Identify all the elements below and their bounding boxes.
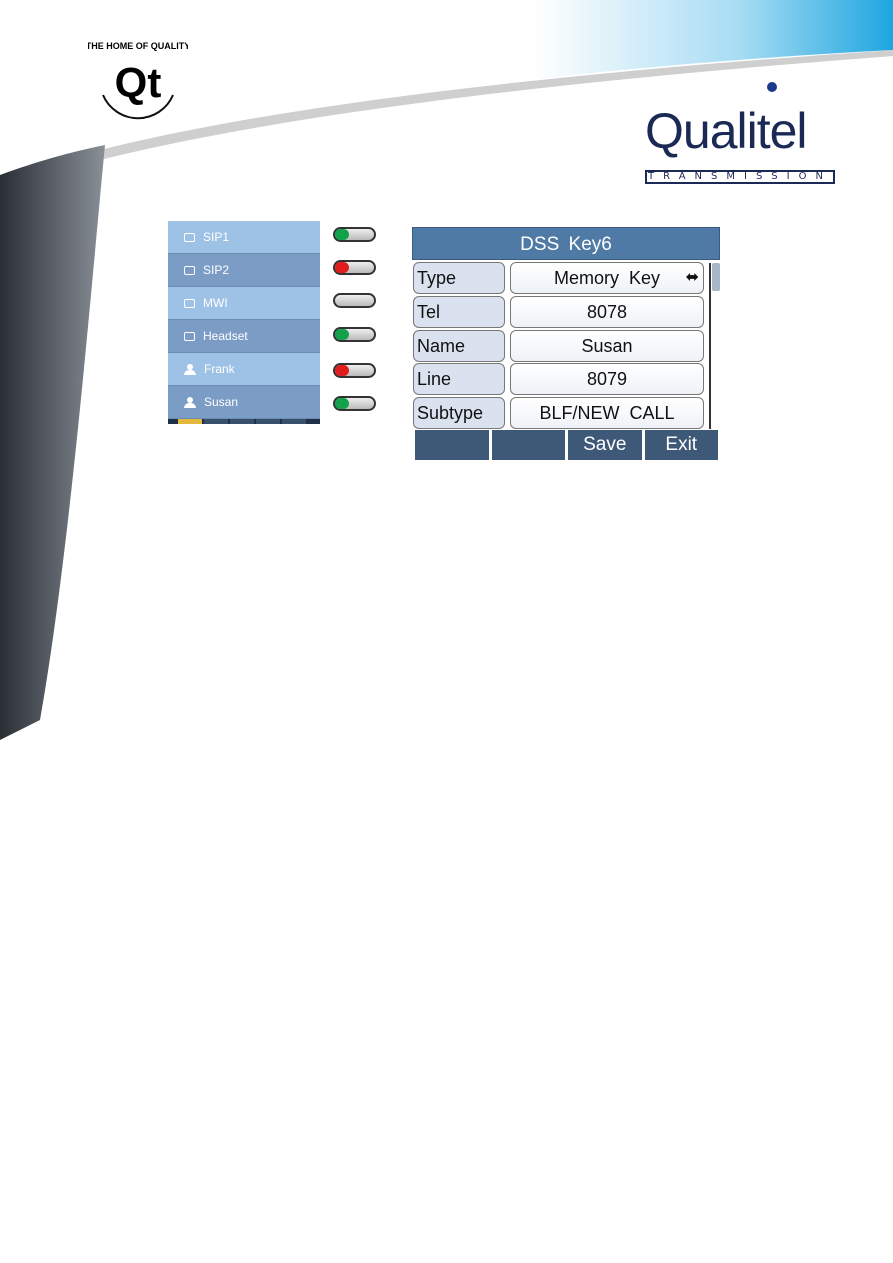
field-name[interactable]: Name Susan xyxy=(413,330,705,362)
dss-item-headset[interactable]: Headset xyxy=(168,320,320,353)
dss-item-label: Susan xyxy=(204,395,239,409)
field-value: Memory Key xyxy=(553,268,661,288)
phone-screen: DSS Key6 Type Memory Key ⬌ Tel 8078 Name Sus… xyxy=(412,227,720,460)
key-icon xyxy=(184,331,195,341)
key-icon xyxy=(184,298,195,308)
left-right-arrow-icon[interactable]: ⬌ xyxy=(686,263,699,293)
led-indicator-headset xyxy=(333,327,376,342)
exit-button[interactable]: Exit xyxy=(644,430,718,460)
subtype-select[interactable]: BLF/NEW CALL xyxy=(510,397,704,429)
line-icon xyxy=(184,232,195,242)
scrollbar[interactable] xyxy=(709,263,720,429)
led-indicator-mwi xyxy=(333,293,376,308)
dss-item-label: MWI xyxy=(203,296,228,310)
dss-item-label: Frank xyxy=(204,362,235,376)
led-indicator-susan xyxy=(333,396,376,411)
screen-title: DSS Key6 xyxy=(412,227,720,260)
qt-logo: Qt THE HOME OF QUALITY xyxy=(86,35,190,125)
save-button[interactable]: Save xyxy=(568,430,642,460)
scrollbar-thumb[interactable] xyxy=(712,263,720,291)
qualitel-subtitle: TRANSMISSION xyxy=(645,170,835,184)
line-select[interactable]: 8079 xyxy=(510,363,704,395)
svg-text:Qt: Qt xyxy=(115,59,162,106)
svg-text:THE HOME OF QUALITY: THE HOME OF QUALITY xyxy=(88,41,188,51)
field-label: Line xyxy=(413,363,505,395)
page-indicator-strip xyxy=(168,419,320,424)
logo-dot xyxy=(767,82,777,92)
qualitel-logo: Qualitel TRANSMISSION xyxy=(640,80,840,190)
name-input[interactable]: Susan xyxy=(510,330,704,362)
dss-item-sip1[interactable]: SIP1 xyxy=(168,221,320,254)
type-select[interactable]: Memory Key ⬌ xyxy=(510,262,704,294)
led-indicator-frank xyxy=(333,363,376,378)
dss-item-frank[interactable]: Frank xyxy=(168,353,320,386)
field-line[interactable]: Line 8079 xyxy=(413,363,705,395)
field-type[interactable]: Type Memory Key ⬌ xyxy=(413,262,705,294)
dss-item-mwi[interactable]: MWI xyxy=(168,287,320,320)
softkey-2[interactable] xyxy=(491,430,565,460)
field-label: Name xyxy=(413,330,505,362)
led-indicator-sip2 xyxy=(333,260,376,275)
qualitel-wordmark: Qualitel xyxy=(645,103,808,159)
tel-input[interactable]: 8078 xyxy=(510,296,704,328)
field-label: Type xyxy=(413,262,505,294)
user-icon xyxy=(184,396,196,408)
dss-item-label: Headset xyxy=(203,329,248,343)
dss-item-label: SIP2 xyxy=(203,263,230,277)
dss-item-sip2[interactable]: SIP2 xyxy=(168,254,320,287)
softkey-1[interactable] xyxy=(415,430,489,460)
dss-item-susan[interactable]: Susan xyxy=(168,386,320,419)
field-subtype[interactable]: Subtype BLF/NEW CALL xyxy=(413,397,705,429)
line-icon xyxy=(184,265,195,275)
field-label: Subtype xyxy=(413,397,505,429)
led-indicator-sip1 xyxy=(333,227,376,242)
user-icon xyxy=(184,363,196,375)
field-tel[interactable]: Tel 8078 xyxy=(413,296,705,328)
dss-key-list: SIP1 SIP2 MWI Headset Frank Susan xyxy=(168,221,320,424)
softkey-bar: Save Exit xyxy=(415,430,718,460)
field-label: Tel xyxy=(413,296,505,328)
dss-item-label: SIP1 xyxy=(203,230,230,244)
